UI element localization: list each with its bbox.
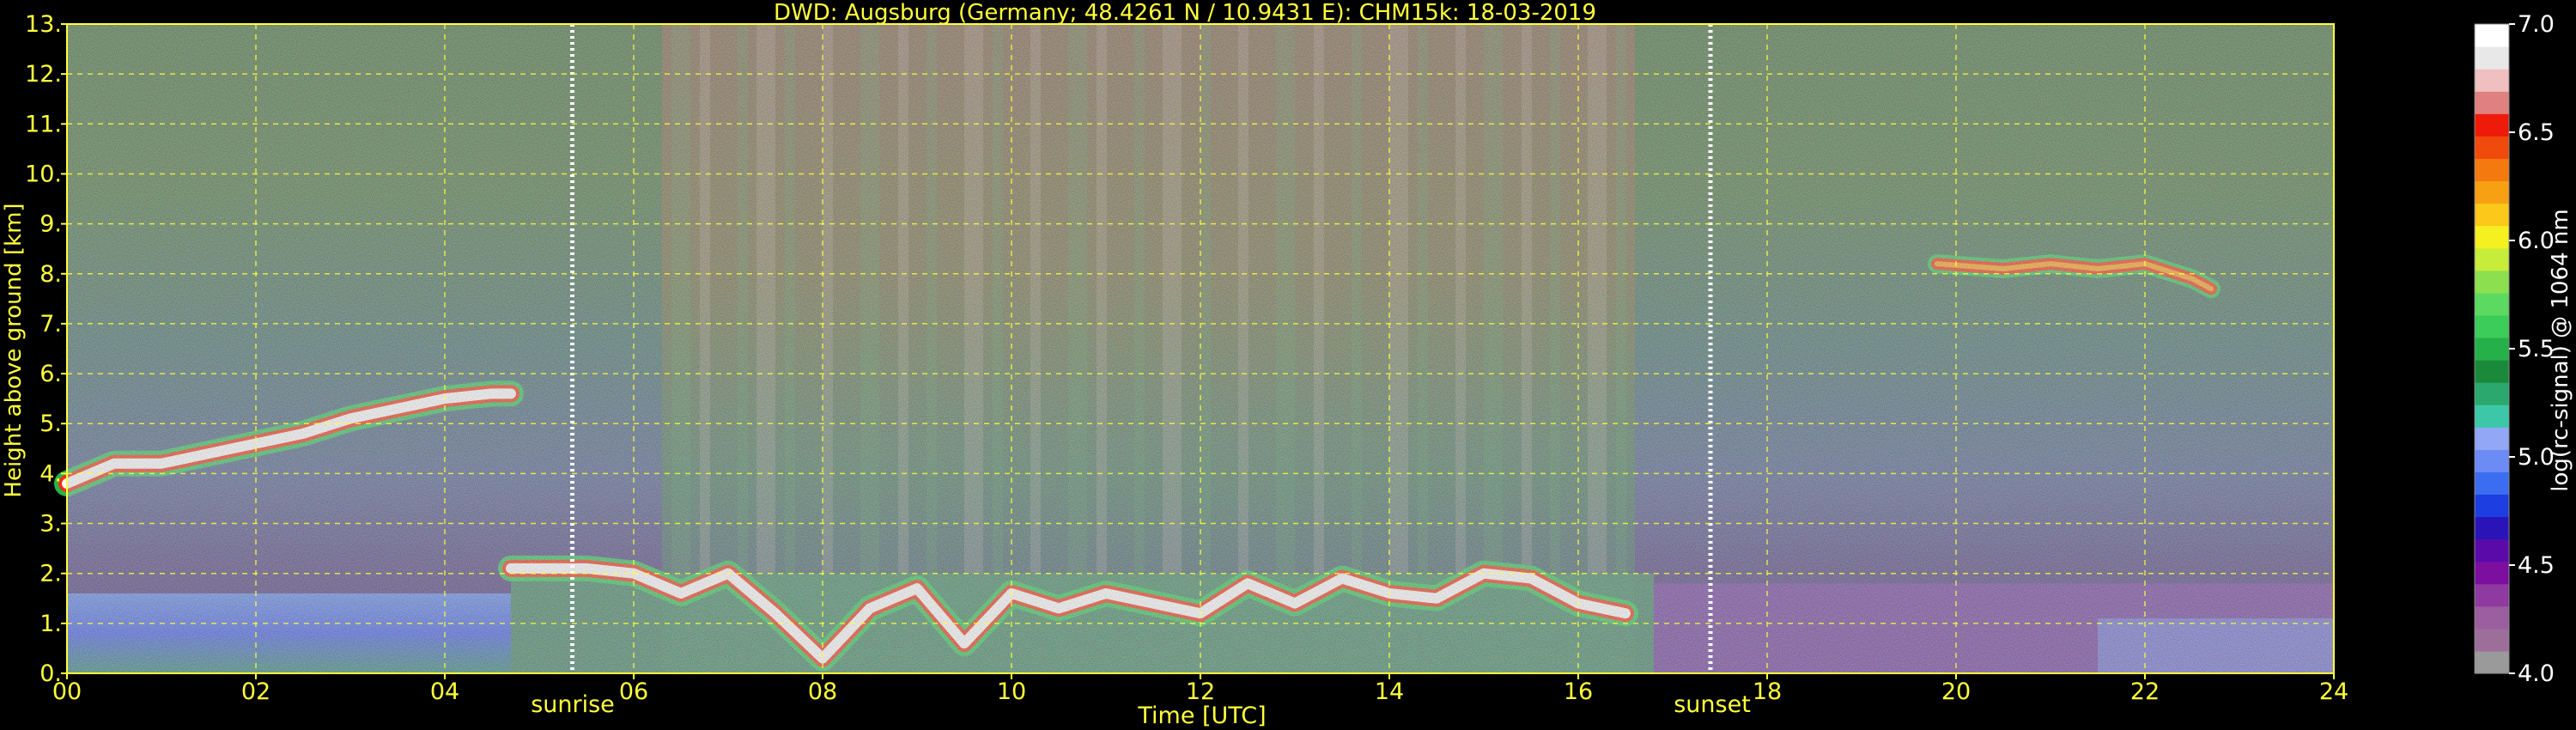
colorbar-segment <box>2475 605 2509 630</box>
x-tick-label: 10 <box>997 678 1026 705</box>
y-tick-label: 2. <box>39 561 62 587</box>
colorbar-segment <box>2475 136 2509 160</box>
colorbar-segment <box>2475 405 2509 428</box>
colorbar-segment <box>2475 471 2509 496</box>
colorbar-segment <box>2475 360 2509 383</box>
colorbar-segment <box>2475 561 2509 585</box>
y-tick-label: 3. <box>39 511 62 538</box>
ceilometer-chart: 00 02 04 06 08 10 12 14 16 18 20 22 240.1.2.3.4.5.6.… <box>1 0 2573 729</box>
colorbar-segment <box>2475 516 2509 540</box>
colorbar-segment <box>2475 628 2509 652</box>
x-tick-label: 16 <box>1564 678 1593 705</box>
colorbar-segment <box>2475 69 2509 92</box>
y-tick-label: 4. <box>39 460 62 487</box>
x-tick-label: 24 <box>2319 678 2348 705</box>
colorbar-segment <box>2475 292 2509 316</box>
x-tick-label: 14 <box>1375 678 1404 705</box>
colorbar-segment <box>2475 650 2509 674</box>
colorbar-segment <box>2475 337 2509 361</box>
y-tick-label: 5. <box>39 411 62 437</box>
colorbar-tick-label: 7.0 <box>2518 11 2555 38</box>
colorbar-segment <box>2475 427 2509 450</box>
y-tick-label: 11. <box>25 111 62 137</box>
x-axis-label: Time [UTC] <box>1137 703 1266 729</box>
colorbar-label: log(rc-signal) @ 1064 nm <box>2548 209 2573 491</box>
x-tick-label: 02 <box>241 678 270 705</box>
y-tick-label: 0. <box>39 660 62 687</box>
colorbar-segment <box>2475 180 2509 204</box>
x-tick-label: 08 <box>808 678 837 705</box>
x-tick-label: 12 <box>1186 678 1215 705</box>
y-tick-label: 13. <box>25 11 62 38</box>
chart-title: DWD: Augsburg (Germany; 48.4261 N / 10.9… <box>774 0 1596 26</box>
colorbar-segment <box>2475 91 2509 114</box>
colorbar-segment <box>2475 449 2509 472</box>
colorbar-segment <box>2475 583 2509 607</box>
colorbar-segment <box>2475 24 2509 47</box>
y-tick-label: 6. <box>39 361 62 387</box>
y-tick-label: 10. <box>25 161 62 187</box>
colorbar-segment <box>2475 46 2509 70</box>
colorbar-segment <box>2475 113 2509 137</box>
x-tick-label: 22 <box>2130 678 2160 705</box>
colorbar-segment <box>2475 158 2509 182</box>
colorbar-segment <box>2475 494 2509 518</box>
colorbar-segment <box>2475 247 2509 271</box>
x-tick-label: 06 <box>619 678 648 705</box>
colorbar-tick-label: 4.5 <box>2518 552 2555 579</box>
colorbar-segment <box>2475 203 2509 227</box>
x-tick-label: 20 <box>1941 678 1971 705</box>
y-tick-label: 8. <box>39 261 62 288</box>
y-tick-label: 7. <box>39 311 62 338</box>
sunrise-label: sunrise <box>531 691 615 718</box>
colorbar-segment <box>2475 314 2509 338</box>
x-tick-label: 04 <box>430 678 459 705</box>
colorbar-segment <box>2475 538 2509 563</box>
colorbar: 4.04.55.05.56.06.57.0 <box>2474 11 2555 687</box>
colorbar-tick-label: 4.0 <box>2518 660 2555 687</box>
y-tick-label: 12. <box>25 61 62 88</box>
sunset-label: sunset <box>1674 691 1751 718</box>
colorbar-segment <box>2475 225 2509 249</box>
x-tick-label: 18 <box>1753 678 1782 705</box>
y-tick-label: 1. <box>39 611 62 637</box>
y-axis-label: Height above ground [km] <box>1 203 27 497</box>
colorbar-tick-label: 6.5 <box>2518 119 2555 146</box>
colorbar-segment <box>2475 382 2509 405</box>
y-tick-label: 9. <box>39 211 62 238</box>
colorbar-segment <box>2475 270 2509 294</box>
